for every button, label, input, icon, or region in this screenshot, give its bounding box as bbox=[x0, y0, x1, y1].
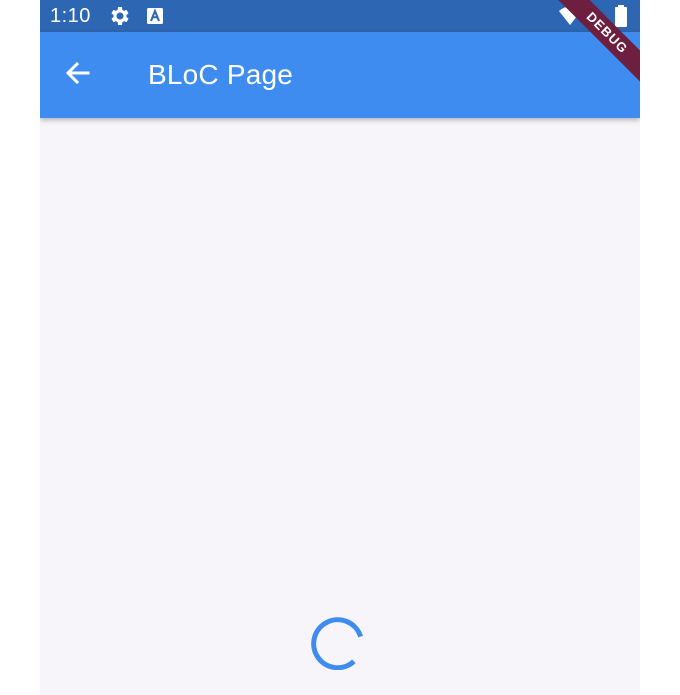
gear-icon bbox=[108, 4, 132, 28]
back-button[interactable] bbox=[56, 53, 100, 97]
status-bar: 1:10 4 bbox=[40, 0, 640, 32]
progress-spinner bbox=[306, 608, 368, 671]
status-time: 1:10 bbox=[50, 5, 91, 27]
battery-icon bbox=[614, 4, 628, 28]
spinner-arc bbox=[311, 617, 363, 671]
app-bar: BLoC Page bbox=[40, 32, 640, 118]
arrow-left-icon bbox=[64, 59, 92, 92]
page-title: BLoC Page bbox=[148, 59, 294, 90]
device-screen: 1:10 4 bbox=[40, 0, 640, 695]
a-icon bbox=[144, 5, 166, 27]
